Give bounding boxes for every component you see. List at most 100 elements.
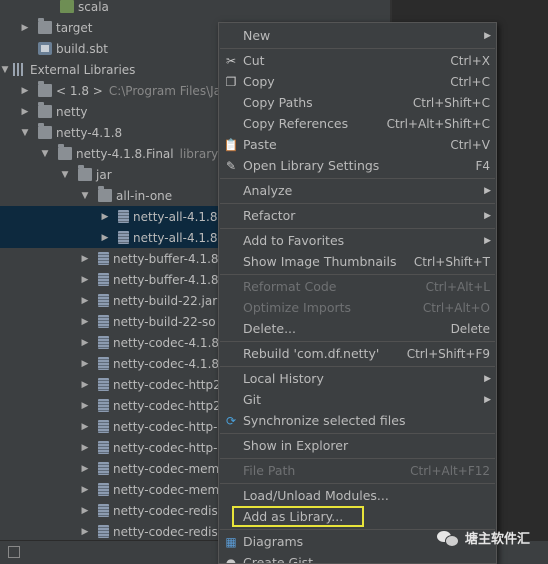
menu-item-label: Copy bbox=[243, 74, 275, 89]
menu-item-rebuild[interactable]: Rebuild 'com.df.netty' Ctrl+Shift+F9 bbox=[219, 343, 496, 364]
jar-icon bbox=[98, 399, 109, 412]
jar-icon bbox=[98, 504, 109, 517]
chevron-right-icon[interactable]: ▶ bbox=[80, 275, 90, 285]
menu-item-copy-paths[interactable]: Copy Paths Ctrl+Shift+C bbox=[219, 92, 496, 113]
menu-separator bbox=[220, 48, 495, 49]
menu-item-optimize-imports[interactable]: Optimize Imports Ctrl+Alt+O bbox=[219, 297, 496, 318]
menu-item-show-in-explorer[interactable]: Show in Explorer bbox=[219, 435, 496, 456]
menu-item-delete[interactable]: Delete... Delete bbox=[219, 318, 496, 339]
jar-icon bbox=[118, 210, 129, 223]
menu-item-add-to-favorites[interactable]: Add to Favorites ▶ bbox=[219, 230, 496, 251]
menu-item-label: New bbox=[243, 28, 271, 43]
jar-icon bbox=[98, 420, 109, 433]
jar-icon bbox=[98, 483, 109, 496]
edit-icon: ✎ bbox=[225, 158, 237, 173]
tree-item-label: netty bbox=[56, 104, 88, 119]
tree-item-label: netty-codec-http- bbox=[113, 440, 218, 455]
chevron-right-icon[interactable]: ▶ bbox=[100, 212, 110, 222]
chevron-right-icon[interactable]: ▶ bbox=[20, 107, 30, 117]
menu-item-label: Open Library Settings bbox=[243, 158, 380, 173]
jar-icon bbox=[98, 378, 109, 391]
tree-item-label: netty-all-4.1.8. bbox=[133, 230, 222, 245]
chevron-right-icon[interactable]: ▶ bbox=[80, 317, 90, 327]
menu-item-synchronize[interactable]: ⟳ Synchronize selected files bbox=[219, 410, 496, 431]
chevron-right-icon[interactable]: ▶ bbox=[80, 443, 90, 453]
tree-item-scala[interactable]: scala bbox=[0, 0, 390, 17]
menu-separator bbox=[220, 341, 495, 342]
menu-item-file-path[interactable]: File Path Ctrl+Alt+F12 bbox=[219, 460, 496, 481]
tree-item-label: < 1.8 > bbox=[56, 83, 103, 98]
tree-item-label: netty-codec-http2 bbox=[113, 398, 221, 413]
menu-item-label: Local History bbox=[243, 371, 324, 386]
copy-icon: ❐ bbox=[225, 74, 237, 89]
menu-item-copy[interactable]: ❐ Copy Ctrl+C bbox=[219, 71, 496, 92]
menu-item-create-gist[interactable]: ● Create Gist... bbox=[219, 552, 496, 564]
tree-item-label: netty-buffer-4.1.8 bbox=[113, 251, 219, 266]
folder-icon bbox=[60, 0, 74, 13]
watermark-text: 塘主软件汇 bbox=[464, 532, 530, 547]
chevron-down-icon[interactable]: ▼ bbox=[0, 65, 10, 75]
menu-item-open-library-settings[interactable]: ✎ Open Library Settings F4 bbox=[219, 155, 496, 176]
menu-item-copy-references[interactable]: Copy References Ctrl+Alt+Shift+C bbox=[219, 113, 496, 134]
chevron-right-icon[interactable]: ▶ bbox=[100, 233, 110, 243]
jar-icon bbox=[98, 336, 109, 349]
menu-item-refactor[interactable]: Refactor ▶ bbox=[219, 205, 496, 226]
chevron-down-icon[interactable]: ▼ bbox=[40, 149, 50, 159]
menu-item-load-unload-modules[interactable]: Load/Unload Modules... bbox=[219, 485, 496, 506]
menu-item-shortcut: Ctrl+Alt+F12 bbox=[410, 463, 490, 478]
chevron-right-icon[interactable]: ▶ bbox=[20, 86, 30, 96]
menu-item-label: Load/Unload Modules... bbox=[243, 488, 389, 503]
menu-item-label: Rebuild 'com.df.netty' bbox=[243, 346, 380, 361]
menu-item-shortcut: F4 bbox=[475, 158, 490, 173]
menu-item-label: Synchronize selected files bbox=[243, 413, 406, 428]
chevron-right-icon[interactable]: ▶ bbox=[80, 485, 90, 495]
chevron-right-icon[interactable]: ▶ bbox=[80, 527, 90, 537]
chevron-right-icon[interactable]: ▶ bbox=[80, 401, 90, 411]
menu-item-label: Analyze bbox=[243, 183, 293, 198]
folder-icon bbox=[78, 165, 92, 181]
menu-item-new[interactable]: New ▶ bbox=[219, 25, 496, 46]
tree-item-label: netty-build-22-so bbox=[113, 314, 216, 329]
tree-item-label: netty-buffer-4.1.8 bbox=[113, 272, 219, 287]
menu-separator bbox=[220, 433, 495, 434]
menu-item-label: Add to Favorites bbox=[243, 233, 345, 248]
jar-icon bbox=[98, 462, 109, 475]
menu-item-paste[interactable]: 📋 Paste Ctrl+V bbox=[219, 134, 496, 155]
menu-item-cut[interactable]: ✂ Cut Ctrl+X bbox=[219, 50, 496, 71]
chevron-right-icon[interactable]: ▶ bbox=[20, 23, 30, 33]
tree-item-label: netty-codec-4.1.8 bbox=[113, 335, 220, 350]
chevron-right-icon[interactable]: ▶ bbox=[80, 506, 90, 516]
chevron-right-icon[interactable]: ▶ bbox=[80, 380, 90, 390]
chevron-right-icon[interactable]: ▶ bbox=[80, 422, 90, 432]
chevron-right-icon[interactable]: ▶ bbox=[80, 296, 90, 306]
chevron-down-icon[interactable]: ▼ bbox=[80, 191, 90, 201]
menu-item-reformat-code[interactable]: Reformat Code Ctrl+Alt+L bbox=[219, 276, 496, 297]
chevron-right-icon[interactable]: ▶ bbox=[80, 464, 90, 474]
menu-item-shortcut: Ctrl+X bbox=[450, 53, 490, 68]
paste-icon: 📋 bbox=[223, 137, 239, 152]
tree-item-label: netty-4.1.8 bbox=[56, 125, 123, 140]
library-folder-icon bbox=[38, 102, 52, 118]
menu-item-git[interactable]: Git ▶ bbox=[219, 389, 496, 410]
chevron-right-icon[interactable]: ▶ bbox=[80, 359, 90, 369]
menu-item-show-image-thumbnails[interactable]: Show Image Thumbnails Ctrl+Shift+T bbox=[219, 251, 496, 272]
menu-item-label: Create Gist... bbox=[243, 555, 326, 564]
tree-item-label: netty-codec-mem bbox=[113, 461, 220, 476]
library-folder-icon bbox=[38, 123, 52, 139]
tree-item-label: netty-codec-mem bbox=[113, 482, 220, 497]
menu-item-local-history[interactable]: Local History ▶ bbox=[219, 368, 496, 389]
menu-separator bbox=[220, 228, 495, 229]
diagram-icon: ▦ bbox=[225, 534, 237, 549]
toggle-tool-windows-icon[interactable] bbox=[8, 546, 20, 558]
chevron-right-icon[interactable]: ▶ bbox=[80, 254, 90, 264]
menu-item-analyze[interactable]: Analyze ▶ bbox=[219, 180, 496, 201]
chevron-down-icon[interactable]: ▼ bbox=[20, 128, 30, 138]
tree-item-label: netty-4.1.8.Final bbox=[76, 146, 174, 161]
library-folder-icon bbox=[58, 144, 72, 160]
jar-icon bbox=[98, 315, 109, 328]
chevron-down-icon[interactable]: ▼ bbox=[60, 170, 70, 180]
tree-item-label: netty-codec-4.1.8 bbox=[113, 356, 220, 371]
tree-item-label: External Libraries bbox=[30, 62, 136, 77]
highlight-annotation-box bbox=[232, 506, 364, 527]
chevron-right-icon[interactable]: ▶ bbox=[80, 338, 90, 348]
